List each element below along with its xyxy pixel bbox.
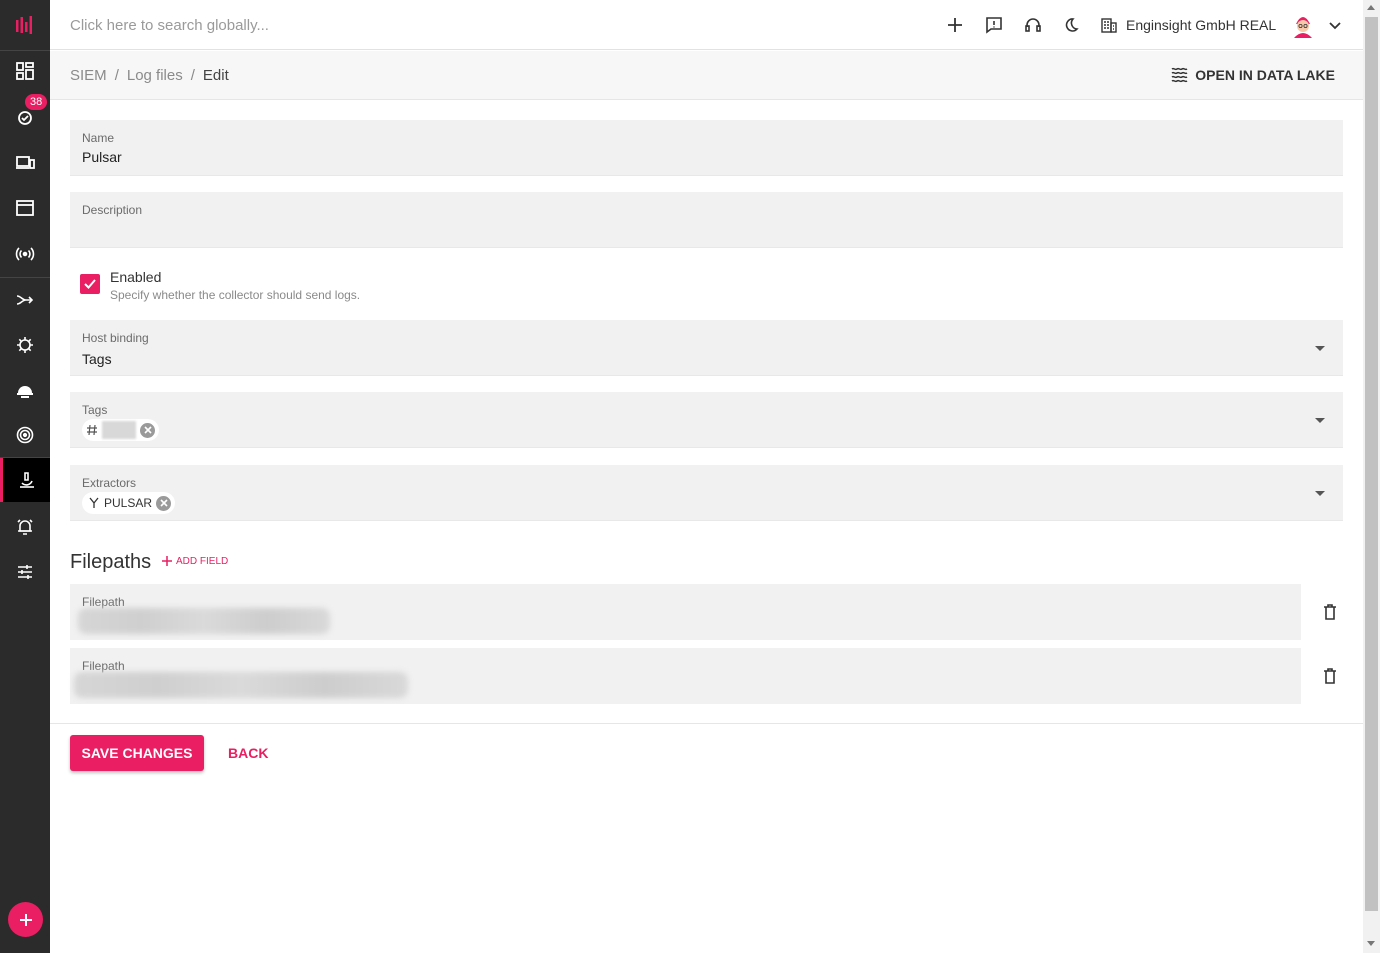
dropdown-caret-icon — [1315, 491, 1325, 496]
description-field[interactable]: Description — [70, 192, 1343, 248]
filepath-field[interactable]: Filepath — [70, 648, 1301, 704]
breadcrumb-separator: / — [114, 67, 119, 84]
alarm-icon[interactable] — [0, 505, 50, 549]
waves-icon — [1171, 67, 1188, 83]
filepaths-title: Filepaths — [70, 551, 152, 573]
open-in-data-lake-label: OPEN IN DATA LAKE — [1195, 67, 1335, 83]
breadcrumb: SIEM / Log files / Edit — [70, 67, 229, 84]
filepath-redacted-value — [74, 672, 408, 698]
breadcrumb-bar: SIEM / Log files / Edit OPEN IN DATA LAKE — [50, 51, 1363, 100]
dropdown-caret-icon — [1315, 346, 1325, 351]
filepath-label: Filepath — [82, 659, 125, 673]
remove-chip-icon[interactable] — [156, 495, 172, 511]
enabled-label: Enabled — [110, 269, 162, 285]
name-field[interactable]: Name Pulsar — [70, 120, 1343, 176]
scrollbar[interactable] — [1363, 0, 1380, 953]
enabled-help: Specify whether the collector should sen… — [110, 288, 361, 302]
dark-mode-icon[interactable] — [1060, 14, 1082, 36]
tag-chip-redacted — [102, 421, 136, 439]
scroll-down-icon[interactable] — [1367, 941, 1375, 946]
plus-icon — [162, 556, 172, 566]
delete-filepath-icon[interactable] — [1322, 667, 1338, 685]
microscope-icon[interactable] — [0, 458, 50, 502]
add-fab-button[interactable] — [8, 902, 43, 937]
feedback-icon[interactable] — [983, 14, 1005, 36]
user-avatar[interactable] — [1290, 12, 1316, 38]
plus-icon — [19, 913, 32, 926]
host-binding-value: Tags — [82, 351, 112, 367]
helmet-icon[interactable] — [0, 368, 50, 412]
issues-badge: 38 — [25, 94, 48, 110]
breadcrumb-log-files[interactable]: Log files — [127, 67, 183, 84]
scrollbar-thumb[interactable] — [1365, 17, 1378, 911]
extractors-label: Extractors — [82, 476, 137, 490]
support-icon[interactable] — [1022, 14, 1044, 36]
sliders-icon[interactable] — [0, 550, 50, 594]
filepath-label: Filepath — [82, 595, 125, 609]
hash-icon — [87, 424, 97, 436]
building-icon — [1098, 14, 1120, 36]
host-binding-label: Host binding — [82, 331, 149, 345]
broadcast-icon[interactable] — [0, 232, 50, 276]
description-label: Description — [82, 203, 143, 217]
breadcrumb-siem[interactable]: SIEM — [70, 67, 107, 84]
global-search-input[interactable]: Click here to search globally... — [70, 17, 269, 34]
chevron-down-icon[interactable] — [1324, 14, 1346, 36]
tag-chip[interactable] — [82, 419, 159, 441]
flow-icon[interactable] — [0, 278, 50, 322]
add-field-label: ADD FIELD — [176, 555, 229, 567]
filepath-field[interactable]: Filepath — [70, 584, 1301, 640]
dashboard-icon[interactable] — [0, 49, 50, 93]
devices-icon[interactable] — [0, 141, 50, 185]
name-value[interactable]: Pulsar — [82, 149, 122, 165]
breadcrumb-edit: Edit — [202, 67, 229, 84]
scroll-up-icon[interactable] — [1367, 5, 1375, 10]
extractor-chip-label: PULSAR — [104, 496, 153, 510]
add-icon[interactable] — [944, 14, 966, 36]
merge-icon — [89, 497, 99, 508]
host-binding-select[interactable]: Host binding Tags — [70, 320, 1343, 376]
divider — [50, 723, 1363, 724]
logo-bars-icon[interactable] — [0, 0, 50, 50]
topbar: Click here to search globally... Enginsi… — [50, 0, 1363, 50]
dropdown-caret-icon — [1315, 418, 1325, 423]
extractor-chip[interactable]: PULSAR — [82, 492, 176, 514]
tags-select[interactable]: Tags — [70, 392, 1343, 448]
name-label: Name — [82, 131, 115, 145]
radar-icon[interactable] — [0, 413, 50, 457]
virus-icon[interactable] — [0, 323, 50, 367]
filepath-redacted-value — [78, 608, 330, 634]
back-button[interactable]: BACK — [228, 745, 268, 761]
delete-filepath-icon[interactable] — [1322, 603, 1338, 621]
save-changes-button[interactable]: SAVE CHANGES — [70, 735, 204, 771]
sidebar: 38 — [0, 0, 50, 953]
open-in-data-lake-button[interactable]: OPEN IN DATA LAKE — [1171, 67, 1335, 83]
window-icon[interactable] — [0, 186, 50, 230]
tags-label: Tags — [82, 403, 108, 417]
extractors-select[interactable]: Extractors — [70, 465, 1343, 521]
check-icon — [84, 279, 96, 289]
enabled-checkbox[interactable] — [80, 274, 100, 294]
company-name[interactable]: Enginsight GmbH REAL — [1126, 17, 1276, 33]
remove-chip-icon[interactable] — [140, 422, 155, 438]
add-field-button[interactable]: ADD FIELD — [161, 555, 228, 567]
breadcrumb-separator: / — [190, 67, 195, 84]
